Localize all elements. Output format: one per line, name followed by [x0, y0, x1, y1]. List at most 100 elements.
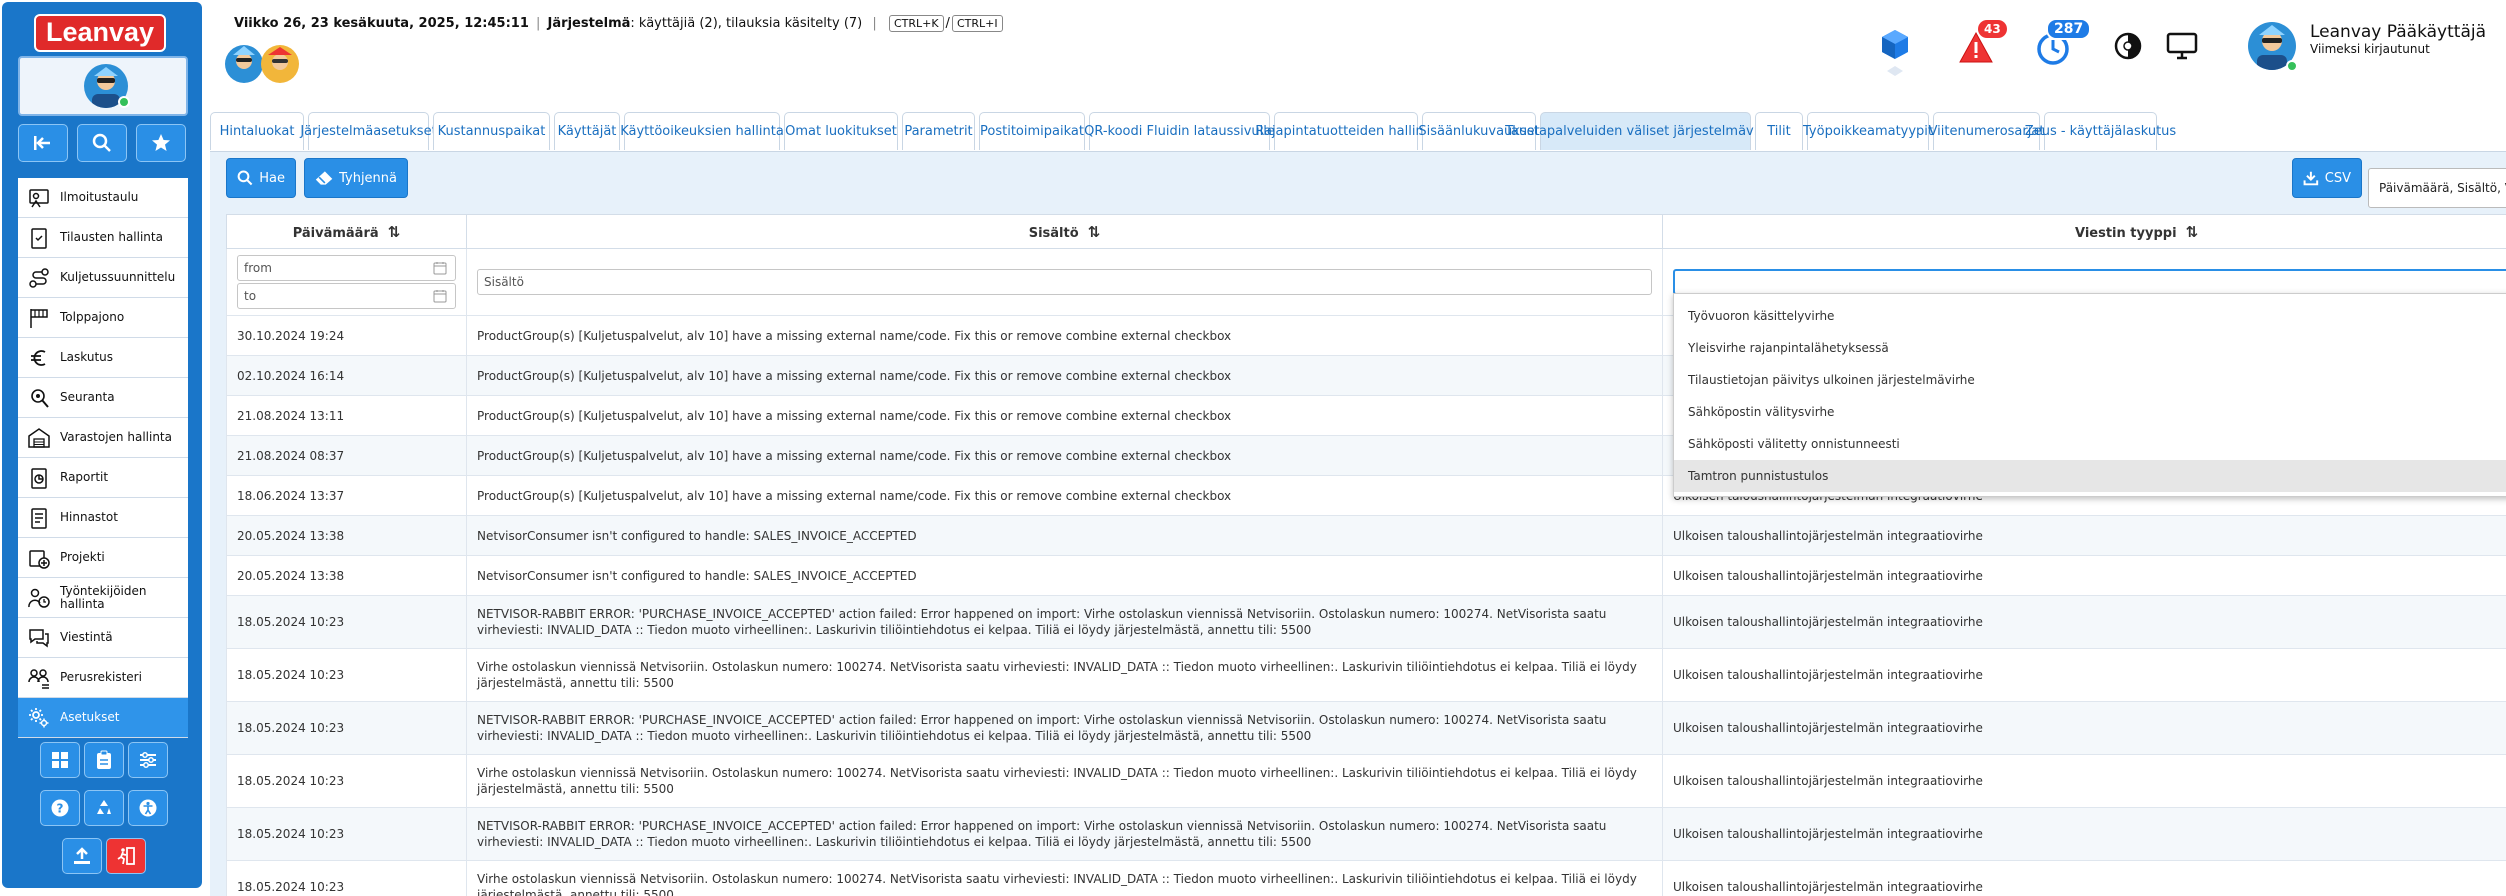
settings-icon: [18, 707, 60, 729]
date-cell: 02.10.2024 16:14: [226, 355, 467, 396]
theme-toggle-button[interactable]: [2114, 32, 2142, 64]
type-cell: Ulkoisen taloushallintojärjestelmän inte…: [1662, 648, 2506, 702]
sidebar-item-työntekijöiden-hallinta[interactable]: Työntekijöiden hallinta: [18, 578, 188, 618]
tab-qr-koodi-fluidin-lataussivulle[interactable]: QR-koodi Fluidin lataussivulle: [1084, 112, 1275, 150]
content-filter-input[interactable]: Sisältö: [477, 269, 1652, 295]
content-cell: Virhe ostolaskun viennissä Netvisoriin. …: [466, 648, 1663, 702]
dropdown-option[interactable]: Työvuoron käsittelyvirhe: [1674, 300, 2506, 332]
tab-postitoimipaikat[interactable]: Postitoimipaikat: [979, 112, 1085, 150]
type-cell: Ulkoisen taloushallintojärjestelmän inte…: [1662, 595, 2506, 649]
upload-tile[interactable]: [62, 838, 102, 874]
pricelist-icon: [18, 507, 60, 529]
tab-omat-luokitukset[interactable]: Omat luokitukset: [784, 112, 898, 150]
content-column-header[interactable]: Sisältö ⇅: [466, 214, 1663, 249]
recycle-tile[interactable]: [84, 790, 124, 826]
logout-tile[interactable]: [106, 838, 146, 874]
date-column-header[interactable]: Päivämäärä ⇅: [226, 214, 467, 249]
table-row[interactable]: 18.05.2024 10:23 NETVISOR-RABBIT ERROR: '…: [226, 807, 2506, 861]
dropdown-option[interactable]: Tamtron punnistustulos: [1674, 460, 2506, 492]
shortcut-search-hint: CTRL+K: [888, 15, 944, 32]
table-row[interactable]: 20.05.2024 13:38 NetvisorConsumer isn't c…: [226, 515, 2506, 556]
dropdown-option[interactable]: Sähköposti välitetty onnistunneesti: [1674, 428, 2506, 460]
date-to-input[interactable]: to: [237, 283, 456, 309]
tab-kustannuspaikat[interactable]: Kustannuspaikat: [433, 112, 550, 150]
tab-tilit[interactable]: Tilit: [1755, 112, 1803, 150]
tab-työpoikkeamatyypit[interactable]: Työpoikkeamatyypit: [1803, 112, 1933, 150]
column-selector[interactable]: Päivämäärä, Sisältö, Viestin tyyppi: [2368, 168, 2506, 208]
chat-icon: [18, 627, 60, 649]
sidebar-item-viestintä[interactable]: Viestintä: [18, 618, 188, 658]
dropdown-option[interactable]: Sähköpostin välitysvirhe: [1674, 396, 2506, 428]
search-button[interactable]: [77, 124, 127, 162]
tab-hintaluokat[interactable]: Hintaluokat: [210, 112, 304, 150]
upload-icon: [74, 847, 90, 864]
tab-parametrit[interactable]: Parametrit: [902, 112, 975, 150]
sidebar-item-tilausten-hallinta[interactable]: Tilausten hallinta: [18, 218, 188, 258]
sidebar-item-laskutus[interactable]: Laskutus: [18, 338, 188, 378]
table-row[interactable]: 18.05.2024 10:23 NETVISOR-RABBIT ERROR: '…: [226, 701, 2506, 755]
content-cell: NETVISOR-RABBIT ERROR: 'PURCHASE_INVOICE…: [466, 807, 1663, 861]
sidebar-user-card[interactable]: [18, 56, 188, 116]
favorites-button[interactable]: [136, 124, 186, 162]
sidebar-item-asetukset[interactable]: Asetukset: [18, 698, 188, 738]
sidebar-item-perusrekisteri[interactable]: Perusrekisteri: [18, 658, 188, 698]
date-cell: 18.05.2024 10:23: [226, 807, 467, 861]
table-row[interactable]: 20.05.2024 13:38 NetvisorConsumer isn't c…: [226, 555, 2506, 596]
tab-käyttäjät[interactable]: Käyttäjät: [554, 112, 620, 150]
table-row[interactable]: 18.05.2024 10:23 Virhe ostolaskun viennis…: [226, 860, 2506, 896]
dashboard-tile[interactable]: [40, 742, 80, 778]
sidebar-item-kuljetussuunnittelu[interactable]: Kuljetussuunnittelu: [18, 258, 188, 298]
date-from-input[interactable]: from: [237, 255, 456, 281]
type-cell: Ulkoisen taloushallintojärjestelmän inte…: [1662, 701, 2506, 755]
date-from-placeholder: from: [244, 261, 272, 275]
leanvay-logo[interactable]: Leanvay: [34, 14, 166, 52]
clipboard-tile[interactable]: [84, 742, 124, 778]
search-submit-button[interactable]: Hae: [226, 158, 296, 198]
dropdown-option[interactable]: Tilaustietojan päivitys ulkoinen järjest…: [1674, 364, 2506, 396]
sidebar-item-raportit[interactable]: Raportit: [18, 458, 188, 498]
sidebar-item-label: Tilausten hallinta: [60, 230, 163, 244]
display-mode-button[interactable]: [2166, 32, 2198, 64]
tab-käyttöoikeuksien-hallinta[interactable]: Käyttöoikeuksien hallinta: [620, 112, 784, 150]
tab-järjestelmäasetukset[interactable]: Järjestelmäasetukset: [300, 112, 437, 150]
online-users[interactable]: [224, 40, 304, 88]
tab-taustapalveluiden-väliset-järjestelmäviestit[interactable]: Taustapalveluiden väliset järjestelmävie…: [1505, 112, 1786, 150]
type-cell: Ulkoisen taloushallintojärjestelmän inte…: [1662, 807, 2506, 861]
sidebar-item-varastojen-hallinta[interactable]: Varastojen hallinta: [18, 418, 188, 458]
table-row[interactable]: 18.05.2024 10:23 Virhe ostolaskun viennis…: [226, 754, 2506, 808]
sidebar-item-label: Kuljetussuunnittelu: [60, 270, 176, 284]
type-filter-input[interactable]: [1673, 269, 2506, 295]
sidebar-item-hinnastot[interactable]: Hinnastot: [18, 498, 188, 538]
content-header-label: Sisältö: [1028, 225, 1079, 241]
table-row[interactable]: 18.05.2024 10:23 NETVISOR-RABBIT ERROR: '…: [226, 595, 2506, 649]
calendar-icon[interactable]: [433, 289, 447, 303]
csv-export-button[interactable]: CSV: [2292, 158, 2362, 198]
table-row[interactable]: 18.05.2024 10:23 Virhe ostolaskun viennis…: [226, 648, 2506, 702]
help-icon: ?: [51, 799, 69, 817]
collapse-sidebar-button[interactable]: [18, 124, 68, 162]
sort-icon: ⇅: [1087, 222, 1101, 241]
clear-filters-button[interactable]: Tyhjennä: [304, 158, 408, 198]
route-icon: [18, 267, 60, 289]
sidebar-item-projekti[interactable]: Projekti: [18, 538, 188, 578]
sliders-icon: [140, 752, 156, 768]
dropdown-option[interactable]: Yleisvirhe rajanpintalähetyksessä: [1674, 332, 2506, 364]
app-root: Leanvay Ilmoitustaulu Tilausten hallinta K…: [0, 0, 2506, 896]
sidebar-item-label: Asetukset: [60, 710, 120, 724]
type-column-header[interactable]: Viestin tyyppi ⇅: [1662, 214, 2506, 249]
content-cell: ProductGroup(s) [Kuljetuspalvelut, alv 1…: [466, 315, 1663, 356]
tab-rajapintatuotteiden-hallinta[interactable]: Rajapintatuotteiden hallinta: [1255, 112, 1437, 150]
user-menu[interactable]: Leanvay Pääkäyttäjä Viimeksi kirjautunut: [2244, 18, 2504, 74]
calendar-icon[interactable]: [433, 261, 447, 275]
sidebar-item-ilmoitustaulu[interactable]: Ilmoitustaulu: [18, 178, 188, 218]
tab-zeus-käyttäjälaskutus[interactable]: Zeus - käyttäjälaskutus: [2025, 112, 2176, 150]
sidebar-item-seuranta[interactable]: Seuranta: [18, 378, 188, 418]
sidebar-item-tolppajono[interactable]: Tolppajono: [18, 298, 188, 338]
help-tile[interactable]: ?: [40, 790, 80, 826]
download-icon: [2303, 171, 2319, 186]
filters-tile[interactable]: [128, 742, 168, 778]
type-cell: Ulkoisen taloushallintojärjestelmän inte…: [1662, 515, 2506, 556]
module-cube-icon[interactable]: [1880, 28, 1910, 86]
accessibility-tile[interactable]: [128, 790, 168, 826]
content-cell: ProductGroup(s) [Kuljetuspalvelut, alv 1…: [466, 475, 1663, 516]
